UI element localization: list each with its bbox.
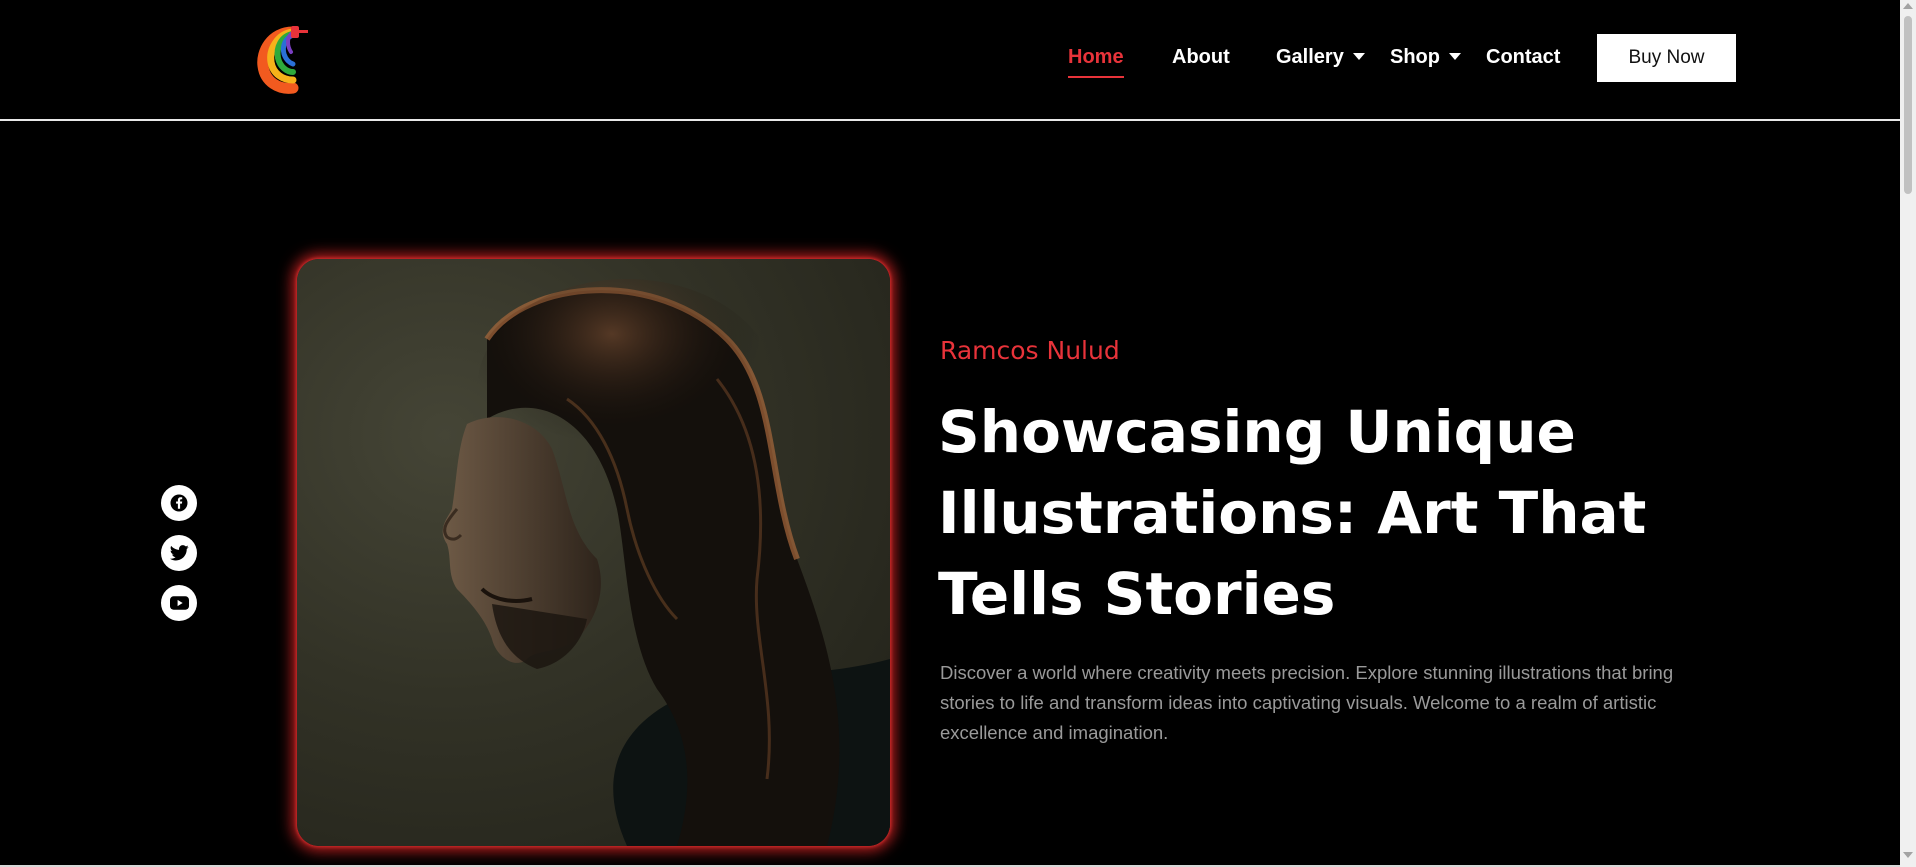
header-divider [0,119,1900,121]
nav-contact-link[interactable]: Contact [1486,43,1560,71]
nav-home-label: Home [1068,46,1124,68]
nav-home-link[interactable]: Home [1068,43,1124,78]
nav-contact-label: Contact [1486,46,1561,68]
twitter-icon[interactable] [161,535,197,571]
scrollbar-thumb[interactable] [1904,16,1912,194]
scroll-down-arrow-icon[interactable] [1903,852,1913,858]
portrait-illustration [442,279,890,846]
chevron-down-icon [1352,53,1365,60]
nav-shop-link[interactable]: Shop [1390,43,1461,71]
paint-brush-logo-icon[interactable] [253,22,311,94]
nav-gallery-label: Gallery [1276,46,1344,68]
facebook-icon[interactable] [161,485,197,521]
artist-name: Ramcos Nulud [940,336,1120,365]
hero-description: Discover a world where creativity meets … [940,662,1674,743]
nav-about-link[interactable]: About [1172,43,1230,71]
buy-now-button[interactable]: Buy Now [1597,34,1736,82]
nav-about-label: About [1172,46,1230,68]
site-header: Home About Gallery Shop Contact Buy Now [0,0,1900,119]
nav-shop-label: Shop [1390,46,1440,68]
scroll-up-arrow-icon[interactable] [1903,3,1913,9]
youtube-icon[interactable] [161,585,197,621]
hero-headline: Showcasing Unique Illustrations: Art Tha… [938,398,1647,628]
artist-portrait-photo [297,259,890,846]
chevron-down-icon [1449,53,1461,60]
nav-gallery-link[interactable]: Gallery [1276,43,1365,71]
